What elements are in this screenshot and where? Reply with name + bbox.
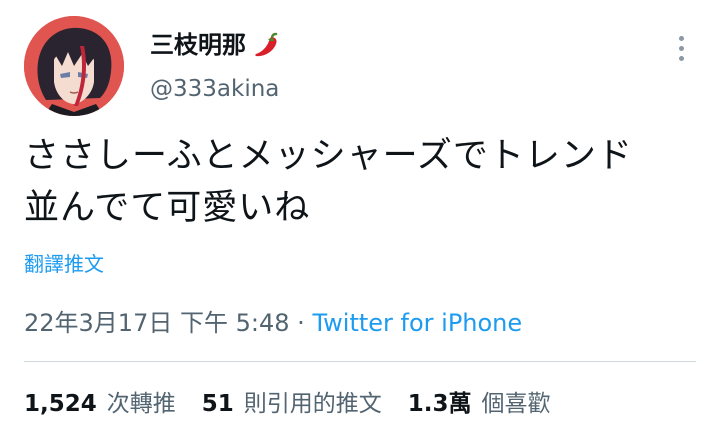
retweets-count: 1,524 [24, 391, 97, 417]
likes-label: 個喜歡 [481, 391, 551, 417]
tweet-time[interactable]: 下午 5:48 [180, 309, 290, 337]
display-name[interactable]: 三枝明那 [150, 28, 246, 62]
more-dot-icon [678, 35, 684, 41]
more-options-button[interactable] [666, 30, 696, 66]
retweets-label: 次轉推 [106, 391, 176, 417]
quote-tweets-count: 51 [201, 391, 234, 417]
likes-stat[interactable]: 1.3萬 個喜歡 [408, 386, 551, 422]
meta-separator: · [297, 309, 305, 337]
quote-tweets-stat[interactable]: 51 則引用的推文 [202, 386, 382, 422]
translate-tweet-link[interactable]: 翻譯推文 [24, 249, 104, 279]
retweets-stat[interactable]: 1,524 次轉推 [24, 386, 176, 422]
chili-pepper-icon [252, 30, 282, 60]
tweet-text-line: 並んでて可愛いね [24, 188, 311, 228]
quote-tweets-label: 則引用的推文 [243, 391, 382, 417]
tweet-meta: 22年3月17日 下午 5:48 · Twitter for iPhone [24, 305, 522, 341]
likes-count: 1.3萬 [407, 391, 472, 417]
tweet-text-line: ささしーふとメッシャーズでトレンド [24, 136, 633, 176]
author-name-row: 三枝明那 [150, 28, 282, 62]
more-dot-icon [678, 45, 684, 51]
tweet-text: ささしーふとメッシャーズでトレンド 並んでて可愛いね [24, 130, 704, 234]
avatar[interactable] [24, 16, 124, 116]
divider [24, 361, 696, 362]
more-dot-icon [678, 55, 684, 61]
author-handle[interactable]: @333akina [150, 72, 279, 106]
tweet-source-link[interactable]: Twitter for iPhone [312, 309, 522, 337]
tweet-stats: 1,524 次轉推 51 則引用的推文 1.3萬 個喜歡 [24, 386, 577, 422]
tweet-date[interactable]: 22年3月17日 [24, 309, 172, 337]
